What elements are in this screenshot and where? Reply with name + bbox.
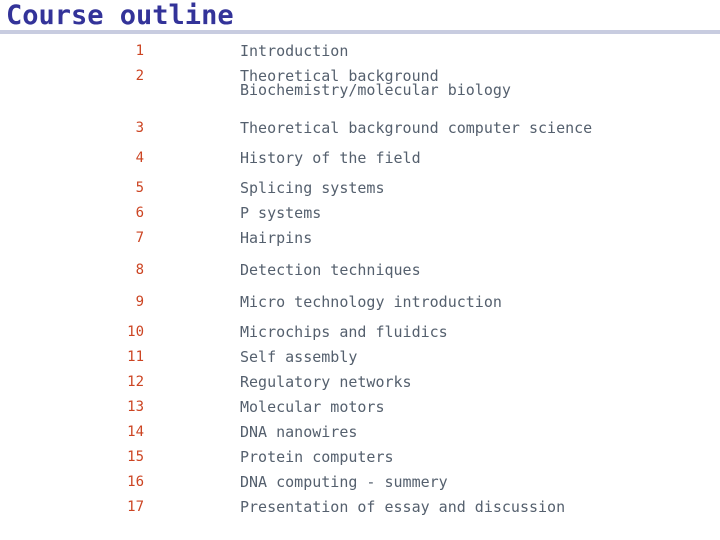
item-text: Splicing systems — [240, 179, 385, 197]
item-text: Presentation of essay and discussion — [240, 498, 566, 516]
title-divider — [0, 30, 720, 34]
item-number: 13 — [127, 399, 144, 415]
list-item: 4 History of the field — [0, 149, 720, 179]
item-text: History of the field — [240, 149, 421, 167]
list-item: 15 Protein computers — [0, 448, 720, 473]
item-number: 5 — [135, 180, 144, 196]
list-item: 8 Detection techniques — [0, 261, 720, 293]
list-item: 11 Self assembly — [0, 348, 720, 373]
item-text: Theoretical background computer science — [240, 119, 593, 137]
item-number: 2 — [135, 68, 144, 84]
item-text: Self assembly — [240, 348, 358, 366]
item-number: 12 — [127, 374, 144, 390]
item-text: Regulatory networks — [240, 373, 412, 391]
list-item: 17 Presentation of essay and discussion — [0, 498, 720, 523]
item-text: P systems — [240, 204, 322, 222]
list-item: 5 Splicing systems — [0, 179, 720, 204]
list-item: 13 Molecular motors — [0, 398, 720, 423]
item-text: DNA nanowires — [240, 423, 358, 441]
item-text: Introduction — [240, 42, 349, 60]
item-text: Hairpins — [240, 229, 313, 247]
item-number: 17 — [127, 499, 144, 515]
item-text: Micro technology introduction — [240, 293, 502, 311]
item-number: 6 — [135, 205, 144, 221]
item-text: Protein computers — [240, 448, 394, 466]
item-number: 4 — [135, 150, 144, 166]
list-item-subline: Biochemistry/molecular biology — [0, 81, 720, 119]
item-number: 16 — [127, 474, 144, 490]
item-number: 7 — [135, 230, 144, 246]
list-item: 9 Micro technology introduction — [0, 293, 720, 323]
item-number: 11 — [127, 349, 144, 365]
item-number: 10 — [127, 324, 144, 340]
list-item: 7 Hairpins — [0, 229, 720, 261]
item-number: 14 — [127, 424, 144, 440]
item-subtext: Biochemistry/molecular biology — [240, 81, 511, 99]
list-item: 14 DNA nanowires — [0, 423, 720, 448]
list-item: 10 Microchips and fluidics — [0, 323, 720, 348]
list-item: 3 Theoretical background computer scienc… — [0, 119, 720, 149]
item-number: 15 — [127, 449, 144, 465]
outline-list: 1 Introduction 2 Theoretical background … — [0, 42, 720, 523]
list-item: 16 DNA computing - summery — [0, 473, 720, 498]
item-number: 3 — [135, 120, 144, 136]
list-item: 1 Introduction — [0, 42, 720, 67]
list-item: 6 P systems — [0, 204, 720, 229]
item-text: Microchips and fluidics — [240, 323, 448, 341]
item-number: 8 — [135, 262, 144, 278]
slide: Course outline 1 Introduction 2 Theoreti… — [0, 0, 720, 540]
item-text: DNA computing - summery — [240, 473, 448, 491]
item-number: 9 — [135, 294, 144, 310]
item-number: 1 — [135, 43, 144, 59]
list-item: 12 Regulatory networks — [0, 373, 720, 398]
page-title: Course outline — [6, 0, 234, 31]
item-text: Detection techniques — [240, 261, 421, 279]
item-text: Molecular motors — [240, 398, 385, 416]
